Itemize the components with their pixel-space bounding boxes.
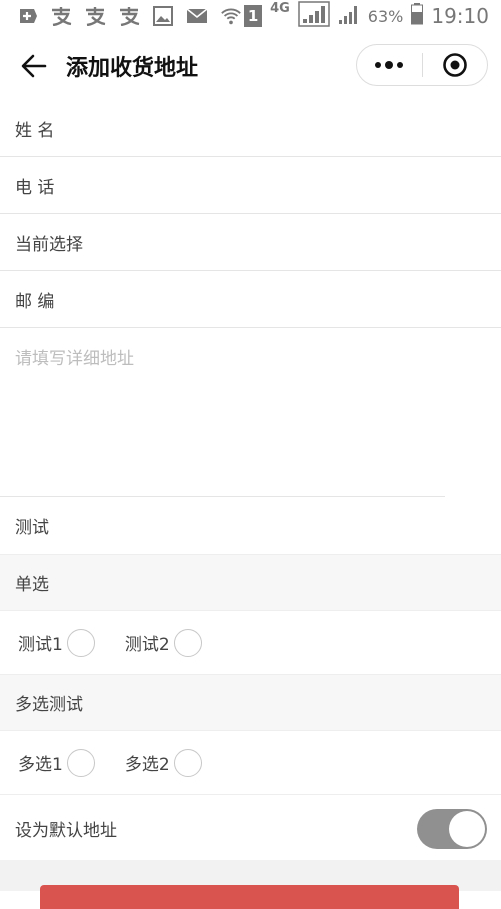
checkbox-circle-icon[interactable] [173,748,202,777]
checkbox-option-2[interactable]: 多选2 [124,748,202,777]
radio-option-test1[interactable]: 测试1 [18,628,95,657]
single-choice-group: 测试1 测试2 [0,611,501,674]
status-time: 19:10 [431,4,489,28]
checkbox-circle-icon[interactable] [66,748,95,777]
status-bar-right: 1 4G 63% 19:10 [244,1,489,31]
phone-placeholder: 电 话 [15,177,55,198]
toggle-knob [449,810,485,847]
network-type: 4G [270,1,290,16]
status-bar: 1 4G 63% 19:10 [0,0,501,32]
battery-icon [411,3,424,29]
signal-icon [298,1,330,31]
name-placeholder: 姓 名 [15,120,55,141]
more-button[interactable] [357,45,422,85]
page-title: 添加收货地址 [66,56,199,81]
region-picker[interactable]: 当前选择 [0,214,501,271]
checkbox-label: 多选1 [18,755,63,775]
address-textarea[interactable]: 请填写详细地址 [0,328,445,497]
sim-icon: 1 [244,5,263,27]
radio-label: 测试1 [18,635,63,655]
radio-label: 测试2 [124,635,170,655]
single-choice-title: 单选 [15,575,49,595]
battery-level: 63% [367,6,404,26]
mail-icon [186,5,208,27]
region-label: 当前选择 [15,234,83,255]
name-input[interactable]: 姓 名 [0,100,501,157]
single-choice-header: 单选 [0,554,501,611]
default-address-label: 设为默认地址 [15,821,117,841]
back-button[interactable] [12,44,56,88]
target-circle-icon [442,53,467,77]
checkbox-option-1[interactable]: 多选1 [18,748,95,777]
checkbox-label: 多选2 [124,755,170,775]
multi-choice-group: 多选1 多选2 [0,731,501,794]
test-label: 测试 [15,518,49,538]
zip-placeholder: 邮 编 [15,291,55,312]
alipay-icon [50,5,72,27]
mini-program-capsule [356,44,488,86]
wifi-icon [220,5,242,27]
zip-input[interactable]: 邮 编 [0,271,501,328]
navigation-bar: 添加收货地址 [0,32,501,100]
back-arrow-icon [21,54,47,78]
signal-icon [338,3,360,29]
test-input[interactable]: 测试 [0,497,501,554]
default-address-row: 设为默认地址 [0,794,501,862]
status-bar-left [16,5,242,27]
address-placeholder: 请填写详细地址 [15,349,134,369]
default-address-toggle[interactable] [417,808,487,849]
alipay-icon [118,5,140,27]
radio-circle-icon[interactable] [173,628,202,657]
add-icon [16,5,38,27]
multi-choice-title: 多选测试 [15,695,83,715]
submit-button[interactable] [40,885,459,909]
phone-input[interactable]: 电 话 [0,157,501,214]
alipay-icon [84,5,106,27]
radio-circle-icon[interactable] [66,628,95,657]
multi-choice-header: 多选测试 [0,674,501,731]
more-dots-icon [375,61,404,69]
close-mini-program-button[interactable] [423,45,488,85]
image-icon [152,5,174,27]
radio-option-test2[interactable]: 测试2 [124,628,202,657]
